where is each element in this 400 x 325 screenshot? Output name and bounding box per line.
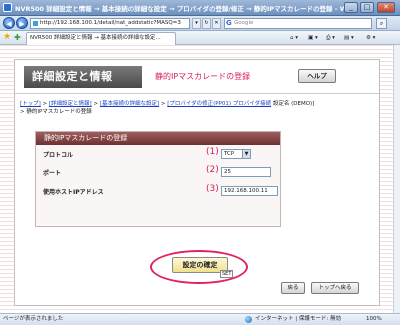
protocol-label: プロトコル [43,152,74,159]
maximize-button[interactable]: □ [360,2,374,13]
google-search-icon: G [226,19,232,27]
window-title: NVR500 詳細設定と情報 → 基本接続の詳細な設定 → プロバイダの登録/修… [15,5,350,13]
vertical-scrollbar[interactable] [393,45,400,313]
print-icon[interactable]: ⎙ ▾ [326,33,335,43]
chevron-down-icon: ▼ [242,150,250,158]
forward-nav-button[interactable]: ▶ [16,17,28,29]
host-ip-marker: (3) [206,184,219,194]
status-bar: ページが表示されました インターネット | 保護モード: 無効 100% [0,313,400,325]
breadcrumb-basic-link[interactable]: [基本接続の詳細な設定] [100,101,159,107]
breadcrumb: [トップ] > [詳細設定と情報] > [基本接続の詳細な設定] > [プロバイ… [20,101,315,115]
port-marker: (2) [206,165,219,175]
minimize-button[interactable]: _ [344,2,358,13]
host-ip-label: 使用ホストIPアドレス [43,189,104,196]
add-favorite-icon[interactable]: ✚ [14,32,21,43]
internet-zone-icon [245,316,252,323]
page-icon [33,21,38,26]
breadcrumb-setting-name: 設定名 (DEMO)] [272,101,315,107]
stop-icon[interactable]: ✕ [212,18,221,29]
help-button[interactable]: ヘルプ [298,69,336,83]
breadcrumb-current: > 静的IPマスカレードの登録 [20,109,92,115]
masquerade-form: 静的IPマスカレードの登録 プロトコル (1) TCP ▼ ポート (2) 25… [35,131,281,227]
refresh-icon[interactable]: ↻ [202,18,211,29]
protocol-value: TCP [224,151,235,157]
port-label: ポート [43,170,62,177]
favorites-star-icon[interactable]: ★ [3,32,11,43]
security-zone: インターネット | 保護モード: 無効 [255,316,341,322]
set-tag: SET [220,270,234,278]
form-heading: 静的IPマスカレードの登録 [36,132,280,145]
page-menu-icon[interactable]: ▤ ▾ [344,33,354,43]
tab-bar: ★ ✚ NVR500 詳細設定と情報 → 基本接続の詳細な設定... ⌂ ▾ ▣… [0,31,400,45]
status-text: ページが表示されました [3,316,64,322]
ie-app-icon [3,3,12,12]
port-row: ポート (2) 25 [36,164,280,180]
feeds-icon[interactable]: ▣ ▾ [308,33,318,43]
url-text: http://192.168.100.1/detail/nat_addstati… [40,20,181,26]
window-titlebar: NVR500 詳細設定と情報 → 基本接続の詳細な設定 → プロバイダの登録/修… [0,0,400,16]
breadcrumb-detail-link[interactable]: [詳細設定と情報] [49,101,92,107]
address-dropdown-icon[interactable]: ▾ [192,18,201,29]
port-input[interactable]: 25 [221,167,271,177]
page-content: 詳細設定と情報 静的IPマスカレードの登録 ヘルプ [トップ] > [詳細設定と… [0,45,400,313]
close-button[interactable]: ✕ [377,2,395,13]
tab-nvr500[interactable]: NVR500 詳細設定と情報 → 基本接続の詳細な設定... [26,32,176,45]
back-nav-button[interactable]: ◀ [3,17,15,29]
breadcrumb-top-link[interactable]: [トップ] [20,101,41,107]
search-input[interactable]: G Google [224,18,372,29]
protocol-select[interactable]: TCP ▼ [221,149,251,159]
protocol-marker: (1) [206,147,219,157]
breadcrumb-provider-link[interactable]: [プロバイダの修正(PP01) プロバイダ接続 [167,101,271,107]
zoom-level[interactable]: 100% [366,314,382,325]
main-title: 詳細設定と情報 [24,66,142,88]
url-input[interactable]: http://192.168.100.1/detail/nat_addstati… [30,18,190,29]
host-ip-row: 使用ホストIPアドレス (3) 192.168.100.11 [36,183,280,199]
page-header: 詳細設定と情報 静的IPマスカレードの登録 ヘルプ [15,60,379,94]
back-button[interactable]: 戻る [281,282,305,294]
search-placeholder: Google [234,20,254,26]
page-title: 静的IPマスカレードの登録 [155,72,251,81]
search-button[interactable]: ⌕ [376,18,387,29]
return-top-button[interactable]: トップへ戻る [311,282,359,294]
address-bar: ◀ ▶ http://192.168.100.1/detail/nat_adds… [0,16,400,31]
protocol-row: プロトコル (1) TCP ▼ [36,146,280,162]
home-icon[interactable]: ⌂ ▾ [290,33,298,43]
host-ip-input[interactable]: 192.168.100.11 [221,186,278,196]
tools-menu-icon[interactable]: ⚙ ▾ [366,33,375,43]
settings-panel: 詳細設定と情報 静的IPマスカレードの登録 ヘルプ [トップ] > [詳細設定と… [14,59,380,306]
